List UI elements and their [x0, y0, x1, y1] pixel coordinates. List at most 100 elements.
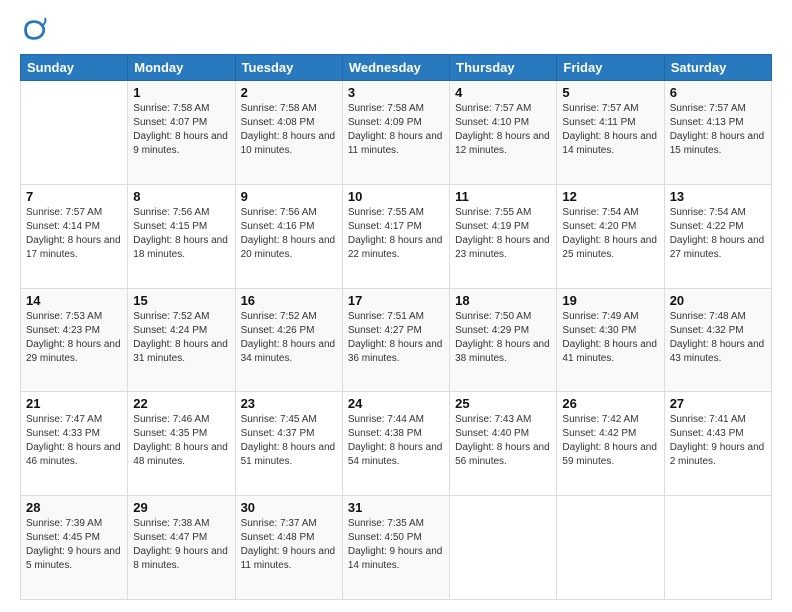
weekday-header-wednesday: Wednesday: [342, 55, 449, 81]
calendar-cell: 12Sunrise: 7:54 AMSunset: 4:20 PMDayligh…: [557, 184, 664, 288]
day-info: Sunrise: 7:58 AMSunset: 4:09 PMDaylight:…: [348, 102, 444, 158]
day-info: Sunrise: 7:55 AMSunset: 4:19 PMDaylight:…: [455, 206, 551, 262]
calendar-cell: 27 Sunrise: 7:41 AMSunset: 4:43 PMDayligh…: [664, 392, 771, 496]
day-info: Sunrise: 7:49 AMSunset: 4:30 PMDaylight:…: [562, 310, 658, 366]
day-number: 20: [670, 293, 766, 308]
day-info: Sunrise: 7:54 AMSunset: 4:22 PMDaylight:…: [670, 206, 766, 262]
day-info: Sunrise: 7:52 AMSunset: 4:26 PMDaylight:…: [241, 310, 337, 366]
day-info: Sunrise: 7:57 AMSunset: 4:13 PMDaylight:…: [670, 102, 766, 158]
calendar-cell: 1Sunrise: 7:58 AMSunset: 4:07 PMDaylight…: [128, 81, 235, 185]
day-number: 9: [241, 189, 337, 204]
day-number: 2: [241, 85, 337, 100]
weekday-header-thursday: Thursday: [450, 55, 557, 81]
day-number: 22: [133, 396, 229, 411]
calendar-cell: [664, 496, 771, 600]
page: SundayMondayTuesdayWednesdayThursdayFrid…: [0, 0, 792, 612]
calendar-cell: 29 Sunrise: 7:38 AMSunset: 4:47 PMDayligh…: [128, 496, 235, 600]
calendar-cell: 2Sunrise: 7:58 AMSunset: 4:08 PMDaylight…: [235, 81, 342, 185]
weekday-header-friday: Friday: [557, 55, 664, 81]
day-info: Sunrise: 7:51 AMSunset: 4:27 PMDaylight:…: [348, 310, 444, 366]
calendar-cell: 31Sunrise: 7:35 AMSunset: 4:50 PMDayligh…: [342, 496, 449, 600]
day-number: 26: [562, 396, 658, 411]
day-number: 27: [670, 396, 766, 411]
day-number: 7: [26, 189, 122, 204]
day-number: 12: [562, 189, 658, 204]
day-number: 14: [26, 293, 122, 308]
calendar-cell: 10 Sunrise: 7:55 AMSunset: 4:17 PMDayligh…: [342, 184, 449, 288]
day-info: Sunrise: 7:46 AMSunset: 4:35 PMDaylight:…: [133, 413, 229, 469]
day-number: 15: [133, 293, 229, 308]
weekday-header-sunday: Sunday: [21, 55, 128, 81]
day-number: 19: [562, 293, 658, 308]
day-number: 4: [455, 85, 551, 100]
day-number: 21: [26, 396, 122, 411]
logo: [20, 16, 52, 44]
calendar-cell: 25 Sunrise: 7:43 AMSunset: 4:40 PMDayligh…: [450, 392, 557, 496]
calendar-cell: [450, 496, 557, 600]
day-info: Sunrise: 7:41 AMSunset: 4:43 PMDaylight:…: [670, 413, 766, 469]
day-info: Sunrise: 7:39 AMSunset: 4:45 PMDaylight:…: [26, 517, 122, 573]
weekday-header-row: SundayMondayTuesdayWednesdayThursdayFrid…: [21, 55, 772, 81]
day-info: Sunrise: 7:56 AMSunset: 4:16 PMDaylight:…: [241, 206, 337, 262]
day-number: 30: [241, 500, 337, 515]
header: [20, 16, 772, 44]
calendar-cell: 28 Sunrise: 7:39 AMSunset: 4:45 PMDayligh…: [21, 496, 128, 600]
day-info: Sunrise: 7:57 AMSunset: 4:10 PMDaylight:…: [455, 102, 551, 158]
weekday-header-tuesday: Tuesday: [235, 55, 342, 81]
calendar-cell: [557, 496, 664, 600]
calendar-cell: 19 Sunrise: 7:49 AMSunset: 4:30 PMDayligh…: [557, 288, 664, 392]
day-info: Sunrise: 7:37 AMSunset: 4:48 PMDaylight:…: [241, 517, 337, 573]
day-info: Sunrise: 7:57 AMSunset: 4:11 PMDaylight:…: [562, 102, 658, 158]
day-info: Sunrise: 7:38 AMSunset: 4:47 PMDaylight:…: [133, 517, 229, 573]
day-number: 29: [133, 500, 229, 515]
day-info: Sunrise: 7:48 AMSunset: 4:32 PMDaylight:…: [670, 310, 766, 366]
day-number: 6: [670, 85, 766, 100]
calendar-cell: 6 Sunrise: 7:57 AMSunset: 4:13 PMDaylight…: [664, 81, 771, 185]
day-info: Sunrise: 7:43 AMSunset: 4:40 PMDaylight:…: [455, 413, 551, 469]
calendar-cell: 21 Sunrise: 7:47 AMSunset: 4:33 PMDayligh…: [21, 392, 128, 496]
day-number: 8: [133, 189, 229, 204]
calendar-cell: 5 Sunrise: 7:57 AMSunset: 4:11 PMDaylight…: [557, 81, 664, 185]
calendar-cell: 23 Sunrise: 7:45 AMSunset: 4:37 PMDayligh…: [235, 392, 342, 496]
weekday-header-monday: Monday: [128, 55, 235, 81]
day-info: Sunrise: 7:47 AMSunset: 4:33 PMDaylight:…: [26, 413, 122, 469]
calendar-cell: 8Sunrise: 7:56 AMSunset: 4:15 PMDaylight…: [128, 184, 235, 288]
day-number: 10: [348, 189, 444, 204]
calendar-cell: 9 Sunrise: 7:56 AMSunset: 4:16 PMDaylight…: [235, 184, 342, 288]
calendar-week-1: 1Sunrise: 7:58 AMSunset: 4:07 PMDaylight…: [21, 81, 772, 185]
day-number: 25: [455, 396, 551, 411]
calendar-cell: 20 Sunrise: 7:48 AMSunset: 4:32 PMDayligh…: [664, 288, 771, 392]
calendar-cell: 16 Sunrise: 7:52 AMSunset: 4:26 PMDayligh…: [235, 288, 342, 392]
calendar: SundayMondayTuesdayWednesdayThursdayFrid…: [20, 54, 772, 600]
day-info: Sunrise: 7:57 AMSunset: 4:14 PMDaylight:…: [26, 206, 122, 262]
calendar-cell: 18 Sunrise: 7:50 AMSunset: 4:29 PMDayligh…: [450, 288, 557, 392]
calendar-cell: 13 Sunrise: 7:54 AMSunset: 4:22 PMDayligh…: [664, 184, 771, 288]
day-number: 17: [348, 293, 444, 308]
calendar-cell: 15 Sunrise: 7:52 AMSunset: 4:24 PMDayligh…: [128, 288, 235, 392]
calendar-cell: 11Sunrise: 7:55 AMSunset: 4:19 PMDayligh…: [450, 184, 557, 288]
calendar-cell: [21, 81, 128, 185]
day-info: Sunrise: 7:55 AMSunset: 4:17 PMDaylight:…: [348, 206, 444, 262]
calendar-week-5: 28 Sunrise: 7:39 AMSunset: 4:45 PMDayligh…: [21, 496, 772, 600]
day-info: Sunrise: 7:42 AMSunset: 4:42 PMDaylight:…: [562, 413, 658, 469]
day-info: Sunrise: 7:52 AMSunset: 4:24 PMDaylight:…: [133, 310, 229, 366]
day-number: 18: [455, 293, 551, 308]
day-info: Sunrise: 7:53 AMSunset: 4:23 PMDaylight:…: [26, 310, 122, 366]
day-number: 16: [241, 293, 337, 308]
day-info: Sunrise: 7:50 AMSunset: 4:29 PMDaylight:…: [455, 310, 551, 366]
day-info: Sunrise: 7:35 AMSunset: 4:50 PMDaylight:…: [348, 517, 444, 573]
day-number: 5: [562, 85, 658, 100]
day-number: 13: [670, 189, 766, 204]
calendar-cell: 24 Sunrise: 7:44 AMSunset: 4:38 PMDayligh…: [342, 392, 449, 496]
day-info: Sunrise: 7:44 AMSunset: 4:38 PMDaylight:…: [348, 413, 444, 469]
calendar-cell: 14 Sunrise: 7:53 AMSunset: 4:23 PMDayligh…: [21, 288, 128, 392]
weekday-header-saturday: Saturday: [664, 55, 771, 81]
day-info: Sunrise: 7:45 AMSunset: 4:37 PMDaylight:…: [241, 413, 337, 469]
day-number: 1: [133, 85, 229, 100]
day-number: 24: [348, 396, 444, 411]
day-number: 23: [241, 396, 337, 411]
calendar-cell: 3 Sunrise: 7:58 AMSunset: 4:09 PMDaylight…: [342, 81, 449, 185]
logo-icon: [20, 16, 48, 44]
day-number: 28: [26, 500, 122, 515]
day-number: 3: [348, 85, 444, 100]
